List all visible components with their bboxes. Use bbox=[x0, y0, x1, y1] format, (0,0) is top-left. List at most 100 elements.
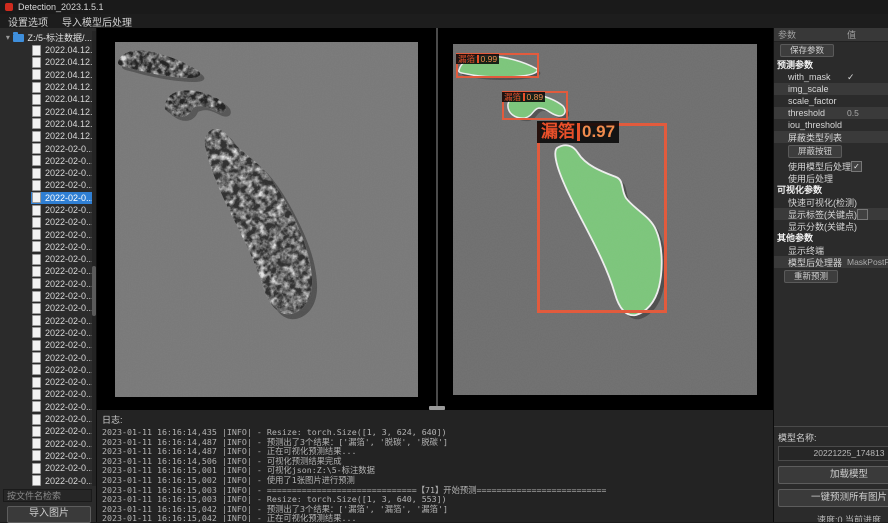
tree-item-label: 2022.04.12... bbox=[45, 107, 92, 117]
menu-item-import-postprocess[interactable]: 导入模型后处理 bbox=[62, 14, 132, 29]
tree-root-folder[interactable]: ▾ Z:/5-标注数据/... bbox=[1, 31, 92, 44]
tree-items: 2022.04.12...2022.04.12...2022.04.12...2… bbox=[1, 44, 92, 486]
param-action-button[interactable]: 屏蔽按钮 bbox=[788, 145, 842, 158]
param-row[interactable]: scale_factor bbox=[774, 95, 888, 107]
tree-item[interactable]: 2022-02-0... bbox=[1, 450, 92, 462]
tree-item[interactable]: 2022-02-0... bbox=[1, 351, 92, 363]
file-icon bbox=[32, 118, 41, 129]
param-row[interactable]: 显示分数(关键点) bbox=[774, 220, 888, 232]
tree-item[interactable]: 2022-02-0... bbox=[1, 376, 92, 388]
log-panel[interactable]: 日志: 2023-01-11 16:16:14,435 |INFO| - Res… bbox=[97, 410, 773, 522]
tree-item-label: 2022-02-0... bbox=[45, 279, 92, 289]
file-icon bbox=[32, 463, 41, 474]
file-icon bbox=[32, 94, 41, 105]
tree-item[interactable]: 2022.04.12... bbox=[1, 81, 92, 93]
tree-item-label: 2022-02-0... bbox=[45, 463, 92, 473]
tree-item[interactable]: 2022-02-0... bbox=[1, 155, 92, 167]
tree-item-label: 2022-02-0... bbox=[45, 144, 92, 154]
checkbox-checked[interactable]: ✓ bbox=[851, 161, 862, 172]
tree-item-label: 2022-02-0... bbox=[45, 180, 92, 190]
param-row[interactable]: 快速可视化(检测) bbox=[774, 196, 888, 208]
tree-item[interactable]: 2022-02-0... bbox=[1, 290, 92, 302]
file-icon bbox=[32, 401, 41, 412]
tree-item[interactable]: 2022-02-0... bbox=[1, 339, 92, 351]
check-icon[interactable]: ✓ bbox=[847, 72, 888, 83]
import-images-button[interactable]: 导入图片 bbox=[7, 506, 91, 523]
tree-item[interactable]: 2022.04.12... bbox=[1, 130, 92, 142]
param-row[interactable]: with_mask✓ bbox=[774, 71, 888, 83]
param-label: img_scale bbox=[774, 84, 847, 94]
param-row[interactable]: 屏蔽类型列表 bbox=[774, 131, 888, 143]
tree-item[interactable]: 2022.04.12... bbox=[1, 44, 92, 56]
chevron-down-icon[interactable]: ▾ bbox=[3, 33, 13, 42]
load-model-button[interactable]: 加载模型 bbox=[778, 466, 888, 484]
file-icon bbox=[32, 155, 41, 166]
param-row[interactable]: 显示终端 bbox=[774, 244, 888, 256]
param-row[interactable]: threshold0.5 bbox=[774, 107, 888, 119]
detection-score: 0.99 bbox=[481, 54, 498, 64]
predict-all-button[interactable]: 一键预测所有图片 bbox=[778, 489, 888, 507]
tree-item[interactable]: 2022-02-0... bbox=[1, 388, 92, 400]
search-input[interactable] bbox=[3, 489, 92, 502]
tree-item[interactable]: 2022-02-0... bbox=[1, 179, 92, 191]
tree-root-label: Z:/5-标注数据/... bbox=[27, 31, 92, 44]
tree-item-label: 2022-02-0... bbox=[45, 168, 92, 178]
tree-item-label: 2022.04.12... bbox=[45, 57, 92, 67]
tree-item[interactable]: 2022-02-0... bbox=[1, 216, 92, 228]
tree-item[interactable]: 2022-02-0... bbox=[1, 265, 92, 277]
menu-item-settings[interactable]: 设置选项 bbox=[8, 14, 48, 29]
source-image-view[interactable] bbox=[115, 42, 418, 397]
param-row[interactable]: 使用模型后处理✓ bbox=[774, 160, 888, 172]
tree-item[interactable]: 2022-02-0... bbox=[1, 204, 92, 216]
tree-item[interactable]: 2022.04.12... bbox=[1, 56, 92, 68]
param-action-button[interactable]: 重新预测 bbox=[784, 270, 838, 283]
tree-item[interactable]: 2022-02-0... bbox=[1, 327, 92, 339]
log-line: 2023-01-11 16:16:15,042 |INFO| - 正在可视化预测… bbox=[102, 514, 773, 522]
model-name-label: 模型名称: bbox=[778, 431, 888, 444]
file-tree: ▾ Z:/5-标注数据/... 2022.04.12...2022.04.12.… bbox=[1, 31, 92, 486]
tree-item[interactable]: 2022-02-0... bbox=[1, 253, 92, 265]
tree-item-label: 2022-02-0... bbox=[45, 439, 92, 449]
tree-item[interactable]: 2022-02-0... bbox=[1, 192, 92, 204]
param-action-button[interactable]: 保存参数 bbox=[780, 44, 834, 57]
tree-item[interactable]: 2022.04.12... bbox=[1, 93, 92, 105]
tree-item[interactable]: 2022-02-0... bbox=[1, 413, 92, 425]
param-row[interactable]: iou_threshold bbox=[774, 119, 888, 131]
tree-item-label: 2022-02-0... bbox=[45, 303, 92, 313]
tree-item[interactable]: 2022-02-0... bbox=[1, 438, 92, 450]
param-row[interactable]: img_scale bbox=[774, 83, 888, 95]
params-header: 参数 值 bbox=[774, 28, 888, 42]
tree-item[interactable]: 2022-02-0... bbox=[1, 425, 92, 437]
tree-item[interactable]: 2022-02-0... bbox=[1, 241, 92, 253]
tree-item[interactable]: 2022-02-0... bbox=[1, 401, 92, 413]
tree-scrollbar-thumb[interactable] bbox=[92, 266, 96, 316]
window-title: Detection_2023.1.5.1 bbox=[18, 2, 104, 12]
file-icon bbox=[32, 352, 41, 363]
tree-item[interactable]: 2022-02-0... bbox=[1, 474, 92, 486]
image-divider[interactable] bbox=[436, 28, 438, 410]
tree-item[interactable]: 2022-02-0... bbox=[1, 167, 92, 179]
tree-item[interactable]: 2022.04.12... bbox=[1, 69, 92, 81]
tree-item[interactable]: 2022-02-0... bbox=[1, 462, 92, 474]
tree-item[interactable]: 2022.04.12... bbox=[1, 105, 92, 117]
param-row[interactable]: 模型后处理器MaskPostPro bbox=[774, 256, 888, 268]
param-row[interactable]: 显示标签(关键点) bbox=[774, 208, 888, 220]
file-panel: ▾ Z:/5-标注数据/... 2022.04.12...2022.04.12.… bbox=[0, 28, 97, 522]
prediction-image-view[interactable]: 漏箔0.99漏箔0.89漏箔0.97 bbox=[453, 44, 757, 395]
file-icon bbox=[32, 327, 41, 338]
tree-item-label: 2022.04.12... bbox=[45, 94, 92, 104]
title-bar: Detection_2023.1.5.1 bbox=[0, 0, 888, 14]
tree-item[interactable]: 2022-02-0... bbox=[1, 278, 92, 290]
model-name-field[interactable]: 20221225_174813 bbox=[778, 446, 888, 461]
checkbox-empty[interactable] bbox=[857, 209, 868, 220]
tree-item[interactable]: 2022-02-0... bbox=[1, 315, 92, 327]
param-label: threshold bbox=[774, 108, 847, 118]
param-row[interactable]: 使用后处理 bbox=[774, 172, 888, 184]
tree-item[interactable]: 2022.04.12... bbox=[1, 118, 92, 130]
tree-scrollbar[interactable] bbox=[92, 31, 96, 486]
tree-item[interactable]: 2022-02-0... bbox=[1, 228, 92, 240]
tree-item[interactable]: 2022-02-0... bbox=[1, 302, 92, 314]
param-label: iou_threshold bbox=[774, 120, 847, 130]
tree-item[interactable]: 2022-02-0... bbox=[1, 142, 92, 154]
tree-item[interactable]: 2022-02-0... bbox=[1, 364, 92, 376]
